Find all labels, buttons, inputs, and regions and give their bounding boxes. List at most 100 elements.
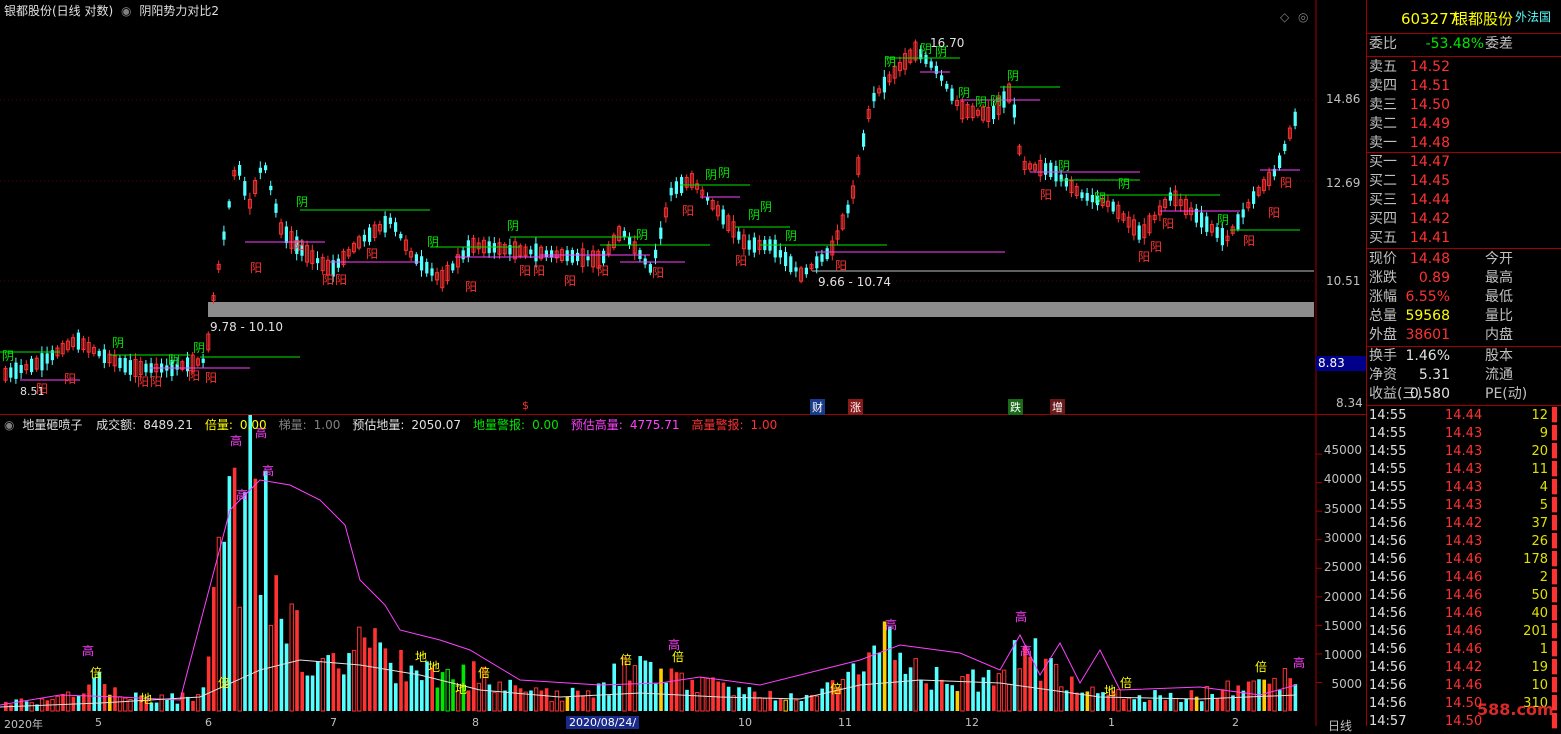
candle-body-down <box>284 226 288 244</box>
volume-bar <box>888 626 892 711</box>
candle-body-down <box>1241 209 1245 218</box>
volume-bar <box>362 637 367 711</box>
tick-price: 14.43 <box>1445 444 1483 459</box>
volume-bar <box>664 682 668 711</box>
candle-body-down <box>238 165 242 176</box>
circle-icon[interactable]: ◉ <box>121 4 131 18</box>
tick-price: 14.42 <box>1445 516 1483 531</box>
volume-marker-bei: 倍 <box>90 665 102 680</box>
volume-bar <box>1116 689 1121 712</box>
volume-bar <box>716 681 720 711</box>
candle-body-down <box>1215 227 1219 238</box>
tick-price: 14.43 <box>1445 498 1483 513</box>
yang-label: 阳 <box>293 239 305 253</box>
candle-body-down <box>1080 192 1084 198</box>
volume-bar <box>1184 698 1188 711</box>
volume-bar <box>1225 680 1230 712</box>
volume-bar <box>762 698 768 712</box>
tick-volume: 2 <box>1539 570 1548 585</box>
volume-header: ◉ 地量砸喷子 成交额: 8489.21 倍量: 0.00 梯量: 1.00 预估地量: 20… <box>4 416 793 432</box>
volume-bar <box>576 690 580 711</box>
band-note-2: 9.66 - 10.74 <box>818 275 892 289</box>
indicator-name[interactable]: 阴阳势力对比2 <box>139 4 219 18</box>
candle-body-down <box>794 267 798 272</box>
volume-bar <box>409 665 414 711</box>
volume-bar <box>976 691 980 711</box>
volume-bar <box>778 699 783 711</box>
event-mark-fall[interactable]: 跌 <box>1008 399 1023 415</box>
sell-level-4[interactable]: 卖四 14.51 <box>1367 77 1561 96</box>
event-mark-finance[interactable]: 财 <box>810 399 825 415</box>
circle-icon[interactable]: ◉ <box>4 418 14 432</box>
tick-volume: 5 <box>1539 498 1548 513</box>
volume-bar <box>466 690 471 711</box>
candlestick-canvas[interactable]: 阴阳阳阴阳 阳阴阳阴阳阳阴阳阳 阳阳阴阳阴阳 阳阳阳阴阳阳阴 阴阳阴阴阴阳阴阴 阴阴阴 阴阴… <box>0 0 1366 414</box>
yang-label: 阳 <box>1138 250 1150 264</box>
event-mark-add[interactable]: 增 <box>1050 399 1065 415</box>
diamond-icon[interactable]: ◇ <box>1280 10 1289 24</box>
volume-bar <box>1272 677 1277 712</box>
buy-level-3[interactable]: 买三 14.44 <box>1367 191 1561 210</box>
buy-level-label: 买四 <box>1369 211 1397 227</box>
sell-level-3[interactable]: 卖三 14.50 <box>1367 96 1561 115</box>
candle-body-down <box>846 204 850 214</box>
volume-bar <box>378 642 382 711</box>
buy-level-4[interactable]: 买四 14.42 <box>1367 210 1561 229</box>
buy-level-1[interactable]: 买一 14.47 <box>1367 153 1561 172</box>
volume-bar <box>326 655 330 711</box>
tick-time: 14:56 <box>1369 552 1407 567</box>
volume-canvas[interactable]: 高倍高高高高倍地地地地倍倍高倍倍高高高地倍倍高 <box>0 415 1366 726</box>
buy-level-label: 买二 <box>1369 173 1397 189</box>
volume-bar <box>903 673 908 711</box>
tick-row: 14:55 14.43 11 ▌ <box>1367 461 1561 479</box>
buy-level-5[interactable]: 买五 14.41 <box>1367 229 1561 248</box>
stat2-value: 0.580 <box>1409 386 1450 402</box>
candle-body-down <box>316 258 320 264</box>
stat2-label-2: 流通 <box>1485 367 1513 383</box>
volume-marker-gao: 高 <box>885 617 897 632</box>
event-mark-dollar[interactable]: $ <box>522 399 529 412</box>
yin-label: 阴 <box>1118 177 1130 191</box>
quote-panel: 603277 银都股份 外法国 委比 -53.48% 委差 卖五 14.52 卖… <box>1366 0 1561 729</box>
stat-row: 涨跌 0.89 最高 <box>1367 269 1561 288</box>
volume-stat: 预估高量: 4775.71 <box>571 418 684 432</box>
volume-bar <box>289 603 294 712</box>
event-mark-rise[interactable]: 涨 <box>848 399 863 415</box>
candlestick-chart[interactable]: 阴阳阳阴阳阳阴阳阴阳阳阴阳阳阳阳阴阳阴阳阳阳阳阴阳阳阴阴阳阴阴阴阳阴阴阴阴阴阴阴… <box>0 0 1368 415</box>
volume-indicator-name[interactable]: 地量砸喷子 <box>22 418 82 432</box>
volume-bar <box>986 669 991 711</box>
stat2-label-2: 股本 <box>1485 348 1513 364</box>
yin-label: 阴 <box>1058 159 1070 173</box>
settings-icon[interactable]: ◎ <box>1298 10 1308 24</box>
candle-body-down <box>576 252 580 262</box>
candle-body-down <box>461 250 465 260</box>
volume-stat-value: 2050.07 <box>411 418 462 432</box>
tick-row: 14:55 14.43 4 ▌ <box>1367 479 1561 497</box>
stat-label-2: 内盘 <box>1485 327 1513 343</box>
volume-y-label: 45000 <box>1323 443 1362 457</box>
volume-bar <box>1288 678 1292 711</box>
sell-level-2[interactable]: 卖二 14.49 <box>1367 115 1561 134</box>
candle-body-down <box>383 216 387 233</box>
tick-side-mark: ▌ <box>1552 426 1561 441</box>
sell-level-1[interactable]: 卖一 14.48 <box>1367 134 1561 153</box>
candle-body-down <box>586 256 590 261</box>
sell-level-5[interactable]: 卖五 14.52 <box>1367 58 1561 77</box>
sell-level-price: 14.52 <box>1409 59 1450 75</box>
volume-bar <box>554 690 560 712</box>
buy-level-2[interactable]: 买二 14.45 <box>1367 172 1561 191</box>
candle-body-down <box>815 256 819 269</box>
volume-bar <box>544 688 549 711</box>
volume-bar <box>799 701 804 711</box>
yang-label: 阳 <box>519 264 531 278</box>
volume-bar <box>1001 669 1007 712</box>
volume-stat: 高量警报: 1.00 <box>691 418 781 432</box>
volume-bar <box>201 687 206 711</box>
tick-side-mark: ▌ <box>1552 570 1561 585</box>
tick-side-mark: ▌ <box>1552 498 1561 513</box>
tick-price: 14.46 <box>1445 642 1483 657</box>
volume-stat-value: 0.00 <box>239 418 267 432</box>
volume-bar <box>617 685 622 711</box>
corner-label[interactable]: 外法国 <box>1515 6 1551 28</box>
volume-chart[interactable]: 高倍高高高高倍地地地地倍倍高倍倍高高高地倍倍高 ◉ 地量砸喷子 成交额: 8489… <box>0 415 1366 733</box>
